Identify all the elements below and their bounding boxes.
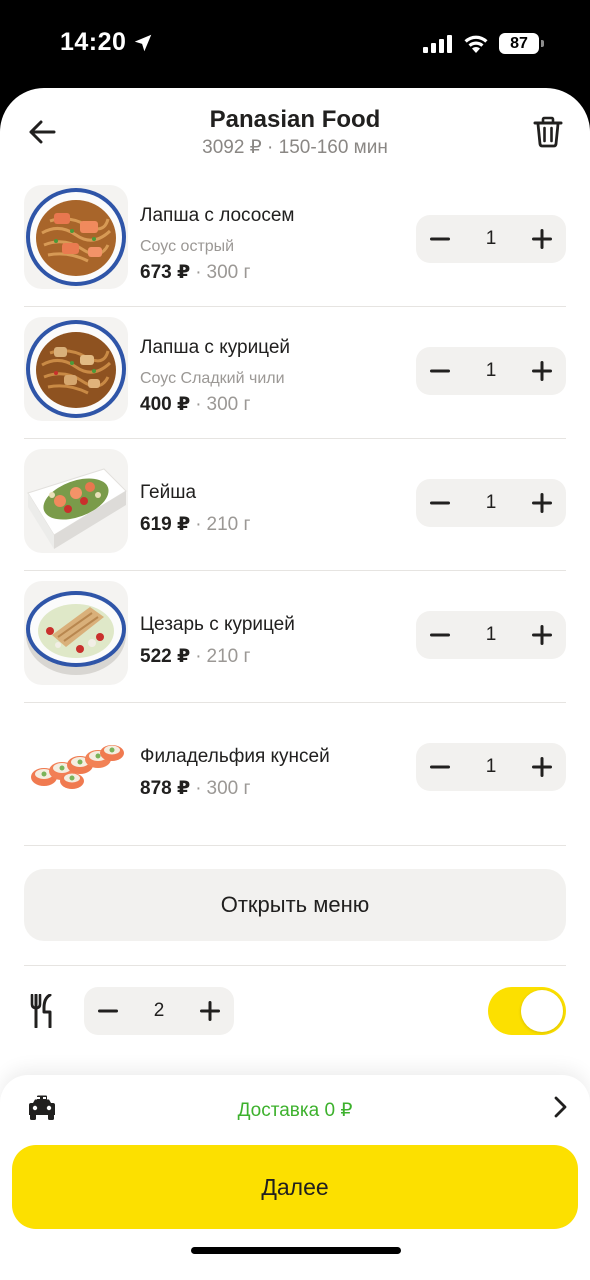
cutlery-icon	[30, 994, 52, 1028]
order-summary: 3092 ₽ · 150-160 мин	[202, 137, 388, 158]
cart-item: Филадельфия кунсей 878 ₽ · 300 г 1	[24, 703, 566, 846]
plus-icon	[200, 1001, 220, 1021]
trash-icon	[533, 116, 563, 148]
quantity-value: 1	[485, 624, 497, 645]
item-weight: 300 г	[206, 394, 251, 415]
item-name: Цезарь с курицей	[140, 614, 295, 635]
item-price: 400 ₽	[140, 394, 191, 415]
minus-icon	[430, 501, 450, 505]
status-time: 14:20	[60, 28, 127, 56]
minus-icon	[430, 633, 450, 637]
cutlery-stepper: 2	[84, 987, 234, 1035]
quantity-stepper: 1	[416, 611, 566, 659]
item-name: Лапша с курицей	[140, 337, 291, 358]
item-price: 673 ₽	[140, 262, 191, 283]
item-price-line: 673 ₽ · 300 г	[140, 262, 251, 283]
quantity-value: 1	[485, 492, 497, 513]
decrease-button[interactable]	[416, 479, 464, 527]
item-weight: 210 г	[206, 646, 251, 667]
food-image-noodles-salmon	[24, 185, 128, 289]
checkout-footer: Доставка 0 ₽ Далее	[0, 1075, 590, 1280]
plus-icon	[532, 493, 552, 513]
quantity-stepper: 1	[416, 743, 566, 791]
quantity-stepper: 1	[416, 215, 566, 263]
signal-icon	[423, 35, 452, 53]
increase-button[interactable]	[518, 347, 566, 395]
next-button[interactable]: Далее	[12, 1145, 578, 1229]
food-image-geisha-salad	[24, 449, 128, 553]
open-menu-button[interactable]: Открыть меню	[24, 869, 566, 941]
cutlery-toggle[interactable]	[488, 987, 566, 1035]
quantity-stepper: 1	[416, 347, 566, 395]
increase-cutlery-button[interactable]	[186, 987, 234, 1035]
quantity-value: 1	[485, 360, 497, 381]
item-sauce: Соус Сладкий чили	[140, 370, 285, 387]
item-price-line: 400 ₽ · 300 г	[140, 394, 251, 415]
food-image-caesar-salad	[24, 581, 128, 685]
item-weight: 300 г	[206, 262, 251, 283]
divider	[24, 965, 566, 966]
item-name: Лапша с лососем	[140, 205, 295, 226]
minus-icon	[430, 369, 450, 373]
minus-icon	[98, 1009, 118, 1013]
decrease-button[interactable]	[416, 743, 464, 791]
toggle-knob	[521, 990, 563, 1032]
item-price-line: 619 ₽ · 210 г	[140, 514, 251, 535]
decrease-button[interactable]	[416, 611, 464, 659]
cart-sheet: Panasian Food 3092 ₽ · 150-160 мин Лапша…	[0, 88, 590, 1280]
battery-indicator: 87	[499, 33, 544, 54]
item-weight: 300 г	[206, 778, 251, 799]
increase-button[interactable]	[518, 215, 566, 263]
plus-icon	[532, 625, 552, 645]
cutlery-count: 2	[153, 1000, 165, 1021]
home-indicator	[191, 1247, 401, 1254]
cart-item: Лапша с курицей Соус Сладкий чили 400 ₽ ·…	[24, 307, 566, 439]
plus-icon	[532, 757, 552, 777]
item-price: 878 ₽	[140, 778, 191, 799]
increase-button[interactable]	[518, 479, 566, 527]
decrease-button[interactable]	[416, 347, 464, 395]
increase-button[interactable]	[518, 611, 566, 659]
decrease-cutlery-button[interactable]	[84, 987, 132, 1035]
divider	[24, 845, 566, 846]
status-bar: 14:20 87	[0, 0, 590, 90]
item-name: Филадельфия кунсей	[140, 746, 330, 767]
item-price: 619 ₽	[140, 514, 191, 535]
item-price-line: 522 ₽ · 210 г	[140, 646, 251, 667]
plus-icon	[532, 229, 552, 249]
chevron-right-icon[interactable]	[550, 1096, 570, 1118]
minus-icon	[430, 237, 450, 241]
item-price: 522 ₽	[140, 646, 191, 667]
item-weight: 210 г	[206, 514, 251, 535]
quantity-value: 1	[485, 228, 497, 249]
wifi-icon	[464, 35, 488, 53]
decrease-button[interactable]	[416, 215, 464, 263]
cart-item: Гейша 619 ₽ · 210 г 1	[24, 439, 566, 571]
plus-icon	[532, 361, 552, 381]
cart-header: Panasian Food 3092 ₽ · 150-160 мин	[0, 88, 590, 160]
item-name: Гейша	[140, 482, 197, 503]
item-sauce: Соус острый	[140, 238, 235, 255]
delivery-cost[interactable]: Доставка 0 ₽	[0, 1099, 590, 1122]
cart-item: Цезарь с курицей 522 ₽ · 210 г 1	[24, 571, 566, 703]
clear-cart-button[interactable]	[530, 114, 566, 150]
restaurant-title: Panasian Food	[209, 106, 381, 133]
item-price-line: 878 ₽ · 300 г	[140, 778, 251, 799]
location-arrow-icon	[134, 34, 152, 52]
quantity-stepper: 1	[416, 479, 566, 527]
increase-button[interactable]	[518, 743, 566, 791]
cart-item: Лапша с лососем Соус острый 673 ₽ · 300 г …	[24, 175, 566, 307]
minus-icon	[430, 765, 450, 769]
food-image-noodles-chicken	[24, 317, 128, 421]
quantity-value: 1	[485, 756, 497, 777]
food-image-philadelphia-roll	[24, 713, 128, 817]
